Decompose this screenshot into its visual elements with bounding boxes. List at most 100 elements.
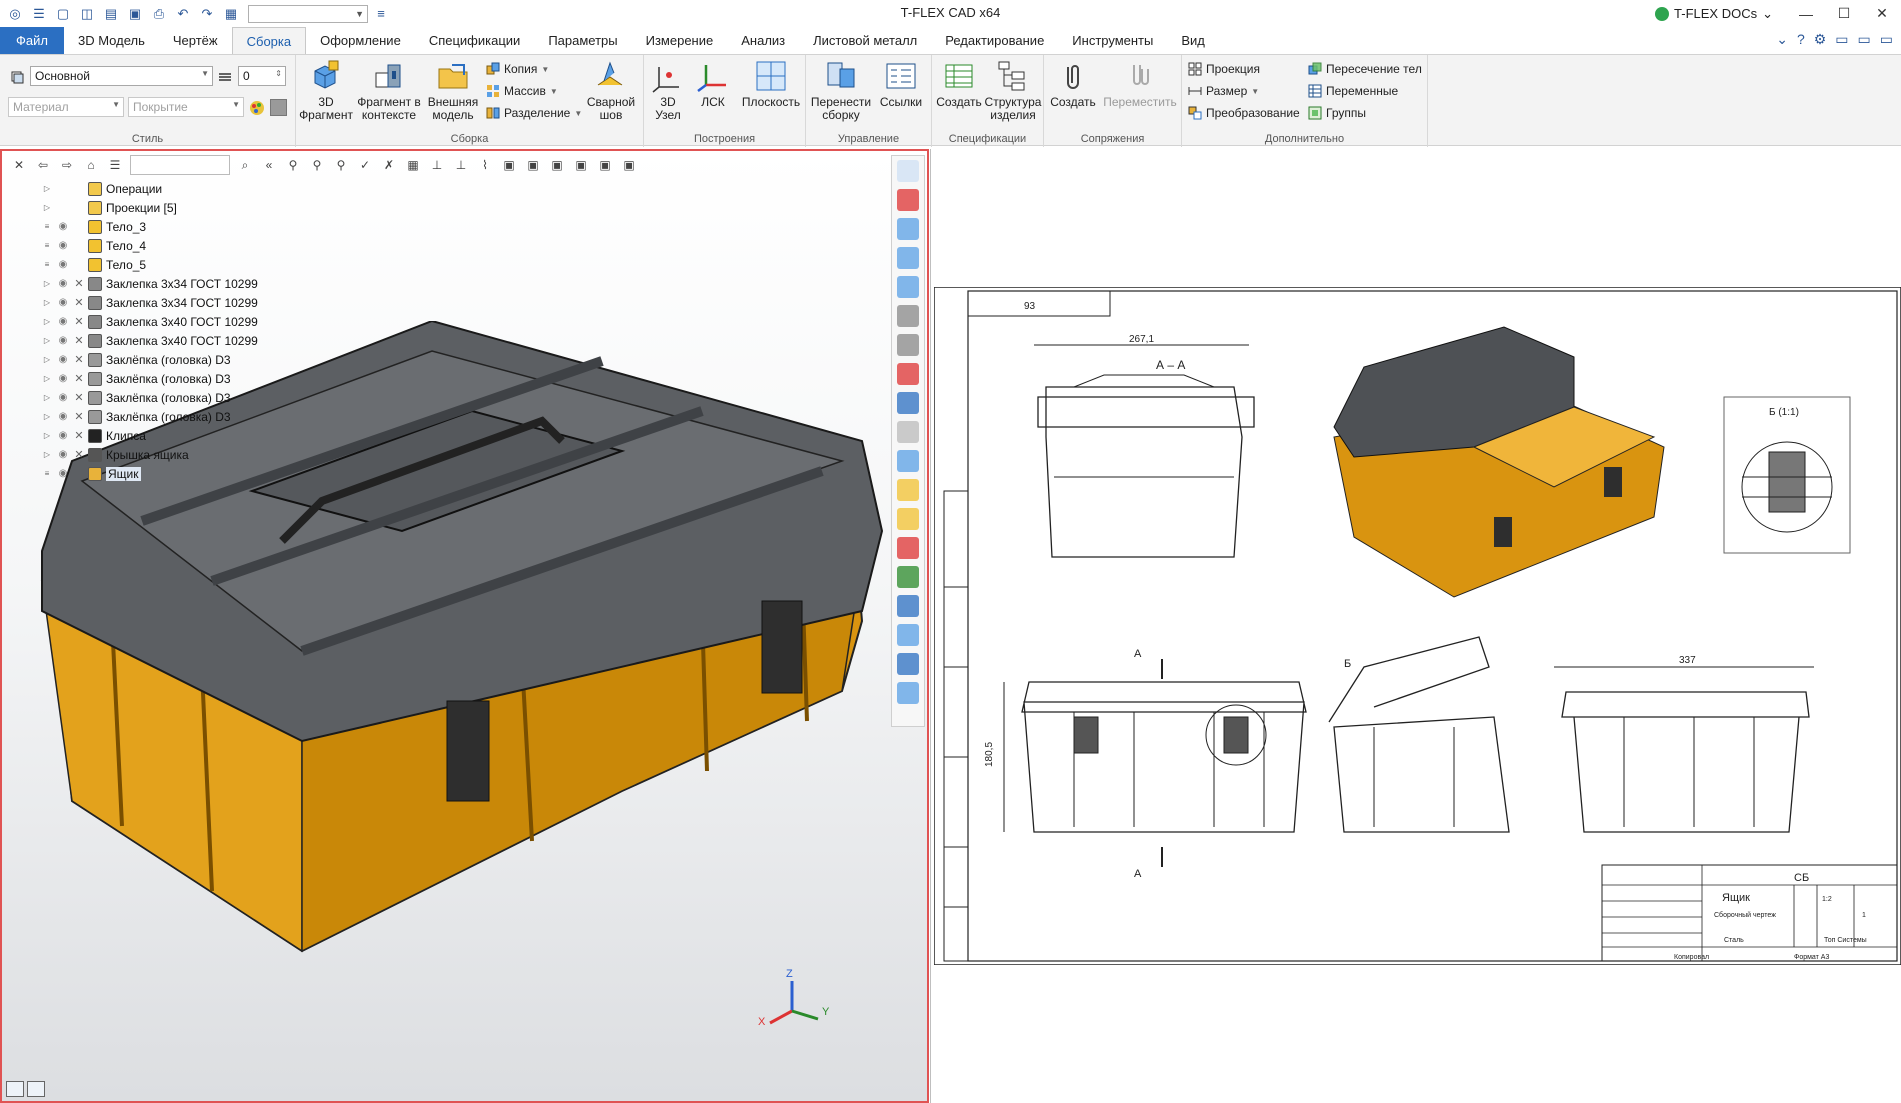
close-button[interactable]: ✕	[1863, 0, 1901, 27]
link-icon[interactable]: ⌇	[474, 154, 496, 176]
minimize-button[interactable]: —	[1787, 0, 1825, 27]
view-tool-13-icon[interactable]	[892, 533, 924, 562]
axes-icon[interactable]: ⊥	[426, 154, 448, 176]
tree-item[interactable]: ▷ ◉ ✕ Крышка ящика	[42, 445, 302, 464]
tab-1[interactable]: 3D Модель	[64, 27, 159, 54]
view-tool-17-icon[interactable]	[892, 649, 924, 678]
expand-icon[interactable]: ▷	[42, 412, 52, 421]
expand-icon[interactable]: ▷	[42, 317, 52, 326]
tree-item[interactable]: ▷ ◉ ✕ Заклёпка (головка) D3	[42, 350, 302, 369]
view-tool-8-icon[interactable]	[892, 388, 924, 417]
visibility-eye-icon[interactable]: ◉	[56, 449, 70, 460]
redo-icon[interactable]: ↷	[196, 4, 218, 24]
mate-move-button[interactable]: Переместить	[1100, 59, 1180, 109]
tree-item[interactable]: ≡ ◉ Тело_5	[42, 255, 302, 274]
tab-5[interactable]: Спецификации	[415, 27, 535, 54]
grid-icon[interactable]: ▦	[402, 154, 424, 176]
visibility-eye-icon[interactable]: ◉	[56, 297, 70, 308]
expand-icon[interactable]: ≡	[42, 222, 52, 231]
view-tool-9-icon[interactable]	[892, 417, 924, 446]
collapse-icon[interactable]: «	[258, 154, 280, 176]
tree-item[interactable]: ▷ ◉ ✕ Заклепка 3x34 ГОСТ 10299	[42, 274, 302, 293]
view-tool-14-icon[interactable]	[892, 562, 924, 591]
visibility-eye-icon[interactable]: ◉	[56, 373, 70, 384]
customize-qat-icon[interactable]: ≡	[370, 4, 392, 24]
filter-3-icon[interactable]: ⚲	[330, 154, 352, 176]
view-tool-10-icon[interactable]	[892, 446, 924, 475]
visibility-eye-icon[interactable]: ◉	[56, 335, 70, 346]
maximize-button[interactable]: ☐	[1825, 0, 1863, 27]
close-tree-icon[interactable]: ✕	[8, 154, 30, 176]
expand-icon[interactable]: ▷	[42, 393, 52, 402]
tab-3[interactable]: Сборка	[231, 27, 307, 54]
dimension-button[interactable]: Размер ▼	[1188, 81, 1259, 101]
tree-item[interactable]: ▷ ◉ ✕ Заклепка 3x34 ГОСТ 10299	[42, 293, 302, 312]
tab-2[interactable]: Чертёж	[159, 27, 232, 54]
expand-icon[interactable]: ▷	[42, 184, 52, 193]
weld-seam-button[interactable]: Сварной шов	[584, 59, 638, 122]
plane-button[interactable]: Плоскость	[740, 59, 802, 109]
layer-select[interactable]: Основной ▼	[30, 66, 213, 86]
tree-item[interactable]: ≡ ◉ Ящик	[42, 464, 302, 483]
visibility-eye-icon[interactable]: ◉	[56, 392, 70, 403]
tree-item[interactable]: ▷ Проекции [5]	[42, 198, 302, 217]
layout-split-icon[interactable]	[27, 1081, 45, 1097]
node3d-button[interactable]: 3D Узел	[648, 59, 688, 122]
tree-item[interactable]: ▷ ◉ ✕ Заклёпка (головка) D3	[42, 388, 302, 407]
fragment3d-button[interactable]: 3D Фрагмент	[299, 59, 353, 122]
expand-icon[interactable]: ▷	[42, 279, 52, 288]
open-folder-icon[interactable]: ▤	[100, 4, 122, 24]
gear-icon[interactable]: ⚙	[1814, 31, 1827, 48]
expand-icon[interactable]: ▷	[42, 431, 52, 440]
tree-item[interactable]: ▷ ◉ ✕ Заклёпка (головка) D3	[42, 369, 302, 388]
projection-button[interactable]: Проекция	[1188, 59, 1260, 79]
expand-icon[interactable]: ▷	[42, 450, 52, 459]
tab-7[interactable]: Измерение	[632, 27, 728, 54]
help-icon[interactable]: ?	[1797, 31, 1805, 48]
view-tool-4-icon[interactable]	[892, 272, 924, 301]
settings-chevron-icon[interactable]: ⌄	[1776, 31, 1788, 48]
tab-9[interactable]: Листовой металл	[799, 27, 931, 54]
home-icon[interactable]: ⌂	[80, 154, 102, 176]
visibility-eye-icon[interactable]: ◉	[56, 278, 70, 289]
quick-combo[interactable]: ▼	[248, 4, 368, 23]
expand-icon[interactable]: ▷	[42, 355, 52, 364]
tflex-docs-button[interactable]: T-FLEX DOCs ⌄	[1655, 6, 1773, 22]
list-view-icon[interactable]: ☰	[104, 154, 126, 176]
expand-icon[interactable]: ▷	[42, 298, 52, 307]
new-file-icon[interactable]: ▢	[52, 4, 74, 24]
view-tool-18-icon[interactable]	[892, 678, 924, 707]
lcs-button[interactable]: ЛСК	[694, 59, 732, 109]
move-assembly-button[interactable]: Перенести сборку	[810, 59, 872, 122]
view-tool-15-icon[interactable]	[892, 591, 924, 620]
window-3-icon[interactable]: ▭	[1880, 31, 1893, 48]
spec-create-button[interactable]: Создать	[934, 59, 984, 109]
layout-single-icon[interactable]	[6, 1081, 24, 1097]
view-tool-3-icon[interactable]	[892, 243, 924, 272]
visibility-eye-icon[interactable]: ◉	[56, 354, 70, 365]
window-icon[interactable]: ▭	[1835, 31, 1848, 48]
axes-2-icon[interactable]: ⊥	[450, 154, 472, 176]
shade-6-icon[interactable]: ▣	[618, 154, 640, 176]
undo-icon[interactable]: ↶	[172, 4, 194, 24]
split-button[interactable]: Разделение ▼	[486, 103, 582, 123]
filter-2-icon[interactable]: ⚲	[306, 154, 328, 176]
coating-select[interactable]: Покрытие ▼	[128, 97, 244, 117]
view-tool-16-icon[interactable]	[892, 620, 924, 649]
variables-button[interactable]: Переменные	[1308, 81, 1398, 101]
back-icon[interactable]: ⇦	[32, 154, 54, 176]
tab-4[interactable]: Оформление	[306, 27, 415, 54]
tree-item[interactable]: ▷ ◉ ✕ Заклепка 3x40 ГОСТ 10299	[42, 331, 302, 350]
transform-button[interactable]: Преобразование	[1188, 103, 1300, 123]
view-tool-5-icon[interactable]	[892, 301, 924, 330]
app-logo-icon[interactable]: ◎	[4, 4, 26, 24]
menu-icon[interactable]: ☰	[28, 4, 50, 24]
tree-filter-select[interactable]	[130, 155, 230, 175]
shade-4-icon[interactable]: ▣	[570, 154, 592, 176]
visibility-eye-icon[interactable]: ◉	[56, 468, 70, 479]
tree-item[interactable]: ▷ ◉ ✕ Заклепка 3x40 ГОСТ 10299	[42, 312, 302, 331]
view-tool-12-icon[interactable]	[892, 504, 924, 533]
unselect-icon[interactable]: ✗	[378, 154, 400, 176]
model-window[interactable]: ✕ ⇦ ⇨ ⌂ ☰ ⌕ « ⚲ ⚲ ⚲ ✓ ✗ ▦ ⊥ ⊥ ⌇ ▣ ▣ ▣ ▣ …	[0, 149, 929, 1103]
window-2-icon[interactable]: ▭	[1858, 31, 1871, 48]
